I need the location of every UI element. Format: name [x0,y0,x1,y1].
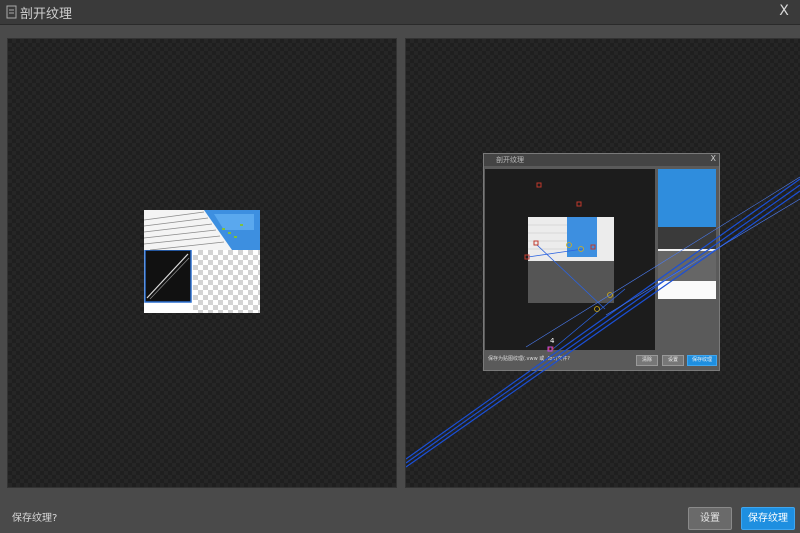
model-view-panel[interactable]: 剖开纹理 X 保存为贴图纹理(.vww 或 .fbx)文件? 清除 设置 保存纹… [405,38,800,488]
close-button[interactable]: X [776,2,792,20]
reset-button[interactable]: 设置 [688,507,732,530]
texture-top-strip [144,210,260,250]
save-prompt: 保存纹理? [12,513,58,524]
document-icon [6,5,17,19]
selection-lines-overlay: 4 [406,176,800,468]
texture-image [144,210,260,313]
window-title: 剖开纹理 [20,7,73,22]
marker-label: 4 [550,337,555,345]
texture-dark-block [144,249,193,313]
texture-preview-panel[interactable] [7,38,397,488]
vertex-marker [547,346,553,352]
transparent-area [193,250,260,313]
title-bar: 剖开纹理 X [0,0,800,25]
save-texture-button[interactable]: 保存纹理 [741,507,795,530]
